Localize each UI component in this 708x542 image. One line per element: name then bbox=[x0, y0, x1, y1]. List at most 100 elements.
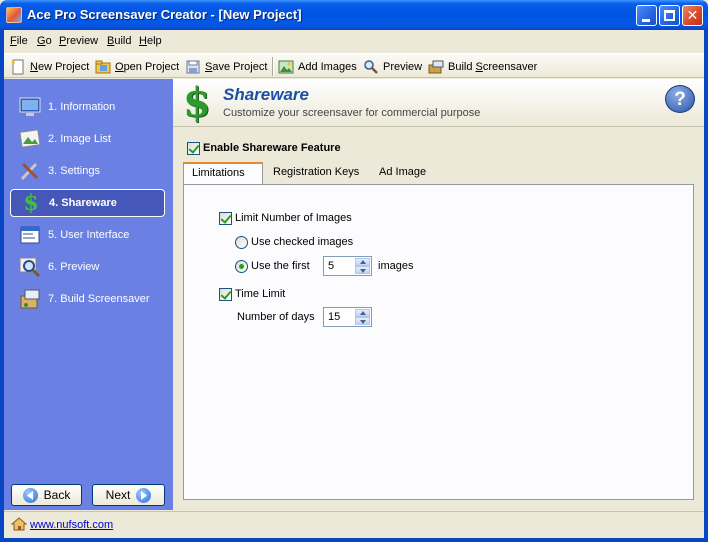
help-button[interactable]: ? bbox=[665, 85, 695, 113]
add-images-button[interactable]: Add Images bbox=[278, 57, 357, 76]
help-icon: ? bbox=[674, 89, 686, 110]
nav-item-settings[interactable]: 3. Settings bbox=[10, 157, 165, 185]
image-count-spin-buttons bbox=[355, 258, 370, 274]
picture-icon bbox=[18, 127, 42, 151]
status-bar: www.nufsoft.com bbox=[4, 511, 704, 538]
minimize-button[interactable] bbox=[636, 5, 657, 26]
menu-label: review bbox=[66, 35, 99, 47]
menu-accel: F bbox=[10, 35, 17, 47]
section-header: $ Shareware Customize your screensaver f… bbox=[173, 79, 704, 127]
next-button[interactable]: Next bbox=[92, 484, 165, 506]
menu-accel: H bbox=[139, 35, 147, 47]
limit-images-label[interactable]: Limit Number of Images bbox=[235, 212, 352, 224]
spin-down-button[interactable] bbox=[355, 317, 370, 325]
days-stepper[interactable]: 15 bbox=[323, 307, 372, 327]
enable-shareware-checkbox[interactable] bbox=[187, 142, 200, 155]
window-frame-right bbox=[704, 30, 708, 542]
close-button[interactable]: ✕ bbox=[682, 5, 703, 26]
save-project-button[interactable]: Save Project bbox=[185, 57, 267, 76]
preview-label: Preview bbox=[383, 60, 423, 73]
tab-registration-keys[interactable]: Registration Keys bbox=[265, 163, 365, 183]
add-images-icon bbox=[278, 59, 294, 75]
menu-label: ile bbox=[16, 35, 28, 47]
days-label: Number of days bbox=[237, 311, 315, 323]
menu-help[interactable]: Help bbox=[139, 35, 162, 47]
days-value: 15 bbox=[328, 311, 341, 323]
next-label: Next bbox=[105, 488, 131, 502]
image-count-stepper[interactable]: 5 bbox=[323, 256, 372, 276]
build-screensaver-pre: Build bbox=[448, 60, 476, 73]
spin-down-icon bbox=[360, 320, 366, 324]
nav-item-information[interactable]: 1. Information bbox=[10, 93, 165, 121]
save-project-text: ave Project bbox=[212, 60, 268, 73]
new-project-label: New Project bbox=[30, 61, 89, 73]
window-frame-bottom bbox=[0, 538, 708, 542]
nav-item-label: 7. Build Screensaver bbox=[48, 293, 150, 305]
nav-item-shareware[interactable]: $ 4. Shareware bbox=[10, 189, 165, 217]
images-suffix-label: images bbox=[378, 260, 414, 272]
nav-item-image-list[interactable]: 2. Image List bbox=[10, 125, 165, 153]
home-icon bbox=[10, 517, 28, 531]
nav-item-build-screensaver[interactable]: 7. Build Screensaver bbox=[10, 285, 165, 313]
nav-item-preview[interactable]: 6. Preview bbox=[10, 253, 165, 281]
dollar-icon: $ bbox=[23, 190, 39, 216]
section-subtitle: Customize your screensaver for commercia… bbox=[223, 107, 481, 119]
preview-button[interactable]: Preview bbox=[363, 57, 422, 76]
tab-limitations[interactable]: Limitations bbox=[183, 162, 263, 184]
add-images-label: Add Images bbox=[298, 60, 357, 73]
limit-images-checkbox[interactable] bbox=[219, 212, 232, 225]
use-checked-images-radio[interactable] bbox=[235, 236, 248, 249]
build-screensaver-accel: S bbox=[475, 60, 483, 73]
menu-build[interactable]: Build bbox=[107, 35, 131, 47]
save-disk-icon bbox=[185, 59, 201, 75]
website-link[interactable]: www.nufsoft.com bbox=[30, 519, 113, 531]
build-screensaver-label: Build Screensaver bbox=[448, 61, 537, 73]
time-limit-label[interactable]: Time Limit bbox=[235, 288, 285, 300]
spin-up-button[interactable] bbox=[355, 258, 370, 266]
title-bar[interactable]: Ace Pro Screensaver Creator - [New Proje… bbox=[0, 0, 708, 30]
menu-preview[interactable]: Preview bbox=[59, 35, 98, 47]
new-project-button[interactable]: New Project bbox=[10, 57, 89, 76]
tab-ad-image[interactable]: Ad Image bbox=[371, 163, 441, 183]
section-title: Shareware bbox=[223, 85, 309, 104]
menu-go[interactable]: Go bbox=[37, 35, 52, 47]
menu-file[interactable]: File bbox=[10, 35, 28, 47]
open-project-button[interactable]: Open Project bbox=[95, 57, 179, 76]
use-first-radio[interactable] bbox=[235, 260, 248, 273]
enable-shareware-label[interactable]: Enable Shareware Feature bbox=[203, 142, 341, 154]
tab-label: Limitations bbox=[192, 167, 245, 179]
menu-bar: File Go Preview Build Help bbox=[4, 30, 704, 52]
menu-accel: G bbox=[37, 35, 46, 47]
spin-up-icon bbox=[360, 260, 366, 264]
time-limit-checkbox[interactable] bbox=[219, 288, 232, 301]
limitations-panel: Limit Number of Images Use checked image… bbox=[183, 184, 694, 500]
new-project-text: ew Project bbox=[37, 60, 90, 73]
close-icon: ✕ bbox=[686, 7, 699, 23]
spin-up-icon bbox=[360, 311, 366, 315]
days-spin-buttons bbox=[355, 309, 370, 325]
nav-item-label: 6. Preview bbox=[48, 261, 100, 273]
tools-icon bbox=[18, 159, 42, 183]
menu-label: uild bbox=[114, 35, 132, 47]
nav-item-user-interface[interactable]: 5. User Interface bbox=[10, 221, 165, 249]
step-sidebar: 1. Information 2. Image List 3. Settings… bbox=[4, 79, 173, 510]
use-first-label[interactable]: Use the first bbox=[251, 260, 310, 272]
magnifier-icon bbox=[363, 59, 379, 75]
spin-up-button[interactable] bbox=[355, 309, 370, 317]
nav-item-label: 5. User Interface bbox=[48, 229, 130, 241]
spin-down-button[interactable] bbox=[355, 266, 370, 274]
new-document-icon bbox=[10, 59, 26, 75]
maximize-button[interactable] bbox=[659, 5, 680, 26]
use-checked-images-label[interactable]: Use checked images bbox=[251, 236, 353, 248]
minimize-icon bbox=[642, 19, 650, 22]
toolbar-separator bbox=[272, 57, 274, 76]
maximize-icon bbox=[664, 10, 675, 21]
menu-label: o bbox=[45, 35, 52, 47]
build-screensaver-button[interactable]: Build Screensaver bbox=[428, 57, 537, 76]
tab-label: Ad Image bbox=[379, 166, 427, 178]
window-icon bbox=[18, 223, 42, 247]
nav-item-label: 2. Image List bbox=[48, 133, 111, 145]
back-label: Back bbox=[43, 488, 71, 502]
new-project-accel: N bbox=[30, 60, 38, 73]
back-button[interactable]: Back bbox=[11, 484, 82, 506]
